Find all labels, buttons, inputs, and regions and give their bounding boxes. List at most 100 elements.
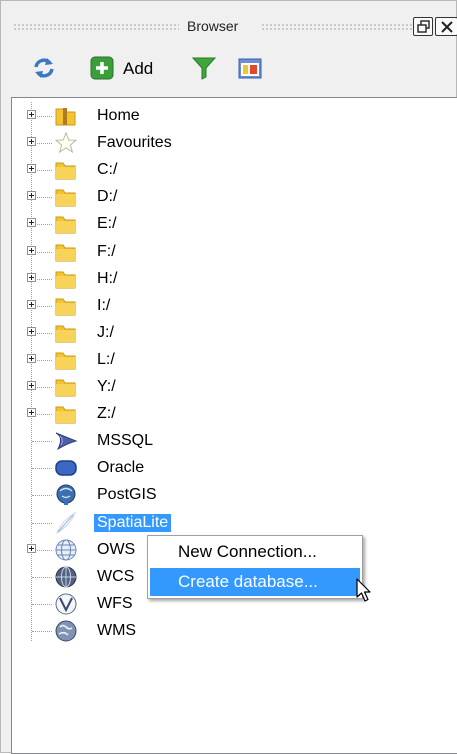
tree-item-l[interactable]: L:/ — [12, 347, 457, 374]
tree-item-label: WMS — [97, 621, 137, 639]
add-layer-button[interactable]: Add — [89, 54, 161, 82]
folder-icon — [54, 212, 78, 236]
tree-item-home[interactable]: Home — [12, 103, 457, 130]
tree-item-label: PostGIS — [97, 486, 157, 504]
folder-icon — [54, 267, 78, 291]
wms-globe-icon — [54, 619, 78, 643]
tree-item-z[interactable]: Z:/ — [12, 401, 457, 428]
tree-item-label: F:/ — [97, 242, 116, 260]
add-button-label: Add — [123, 59, 154, 78]
tree-item-y[interactable]: Y:/ — [12, 374, 457, 401]
expand-toggle-icon[interactable] — [27, 245, 36, 255]
browser-tree[interactable]: Home Favourites C:/ D:/ E:/ F:/ H:/ I:/ J:/ L:/ Y:… — [11, 97, 457, 754]
tree-item-j[interactable]: J:/ — [12, 320, 457, 347]
collapse-all-button[interactable] — [237, 54, 263, 82]
browser-panel: Browser Add Home Favourites C:/ D:/ E:/ … — [0, 0, 457, 754]
filter-button[interactable] — [191, 54, 217, 82]
folder-icon — [54, 402, 78, 426]
tree-item-label: Favourites — [97, 134, 172, 152]
postgis-icon — [54, 483, 78, 507]
tree-item-label: H:/ — [97, 269, 118, 287]
spatialite-feather-icon — [54, 511, 78, 535]
tree-item-d[interactable]: D:/ — [12, 184, 457, 211]
wfs-globe-icon — [54, 592, 78, 616]
expand-toggle-icon[interactable] — [27, 543, 36, 553]
mouse-pointer-icon — [356, 578, 371, 602]
tree-connector — [32, 630, 52, 632]
expand-toggle-icon[interactable] — [27, 381, 36, 390]
menu-item-new-connection[interactable]: New Connection... — [150, 538, 360, 566]
tree-connector — [32, 522, 52, 524]
float-panel-button[interactable] — [413, 17, 433, 36]
context-menu: New Connection... Create database... — [147, 535, 363, 599]
expand-toggle-icon[interactable] — [27, 218, 36, 228]
mssql-icon — [54, 429, 78, 453]
tree-item-label: C:/ — [97, 161, 118, 179]
tree-item-label: L:/ — [97, 350, 115, 368]
tree-item-favourites[interactable]: Favourites — [12, 130, 457, 157]
collapse-all-icon — [238, 58, 262, 79]
wcs-globe-icon — [54, 565, 78, 589]
tree-item-label: OWS — [97, 540, 136, 558]
folder-icon — [54, 240, 78, 264]
refresh-icon — [34, 58, 54, 78]
tree-item-label: Oracle — [97, 459, 145, 477]
tree-connector — [32, 441, 52, 443]
tree-item-label: Home — [97, 107, 140, 124]
expand-toggle-icon[interactable] — [27, 137, 36, 147]
tree-item-e[interactable]: E:/ — [12, 211, 457, 238]
tree-connector — [32, 468, 52, 470]
title-grip-right — [261, 23, 413, 30]
folder-icon — [54, 321, 78, 345]
tree-item-i[interactable]: I:/ — [12, 293, 457, 320]
refresh-button[interactable] — [31, 54, 59, 82]
folder-icon — [54, 294, 78, 318]
tree-item-label: D:/ — [97, 188, 118, 206]
tree-item-label: WCS — [97, 567, 135, 585]
tree-item-label: Z:/ — [97, 405, 116, 423]
tree-item-f[interactable]: F:/ — [12, 239, 457, 266]
expand-toggle-icon[interactable] — [27, 272, 36, 282]
filter-icon — [191, 57, 217, 80]
tree-item-wms[interactable]: WMS — [12, 618, 457, 645]
tree-item-label: J:/ — [97, 323, 114, 341]
oracle-icon — [54, 456, 78, 480]
expand-toggle-icon[interactable] — [27, 408, 36, 418]
float-window-icon — [417, 20, 430, 33]
tree-item-label: Y:/ — [97, 378, 116, 395]
tree-connector — [32, 576, 52, 578]
panel-title: Browser — [187, 18, 239, 34]
tree-item-oracle[interactable]: Oracle — [12, 455, 457, 482]
ows-globe-icon — [54, 538, 78, 562]
folder-icon — [54, 348, 78, 372]
expand-toggle-icon[interactable] — [27, 299, 36, 309]
add-plus-icon — [90, 56, 114, 80]
folder-icon — [54, 375, 78, 399]
close-icon — [441, 21, 453, 33]
close-panel-button[interactable] — [435, 17, 457, 36]
menu-item-create-database[interactable]: Create database... — [150, 568, 360, 596]
title-grip-left — [13, 23, 179, 30]
expand-toggle-icon[interactable] — [27, 110, 36, 119]
expand-toggle-icon[interactable] — [27, 326, 36, 336]
tree-item-label: E:/ — [97, 215, 117, 233]
tree-connector — [32, 495, 52, 497]
tree-connector — [32, 603, 52, 605]
tree-item-h[interactable]: H:/ — [12, 266, 457, 293]
expand-toggle-icon[interactable] — [27, 164, 36, 174]
tree-item-label: SpatiaLite — [94, 513, 172, 532]
tree-item-mssql[interactable]: MSSQL — [12, 428, 457, 455]
tree-item-label: I:/ — [97, 296, 111, 314]
browser-toolbar: Add — [1, 47, 457, 89]
tree-item-spatialite[interactable]: SpatiaLite — [12, 510, 457, 537]
tree-item-label: WFS — [97, 594, 133, 612]
panel-title-bar[interactable]: Browser — [7, 13, 457, 41]
star-icon — [54, 131, 78, 155]
folder-icon — [54, 158, 78, 182]
tree-item-postgis[interactable]: PostGIS — [12, 482, 457, 509]
expand-toggle-icon[interactable] — [27, 191, 36, 201]
expand-toggle-icon[interactable] — [27, 353, 36, 363]
home-folder-icon — [54, 104, 78, 128]
tree-item-c[interactable]: C:/ — [12, 157, 457, 184]
tree-item-label: MSSQL — [97, 432, 154, 450]
